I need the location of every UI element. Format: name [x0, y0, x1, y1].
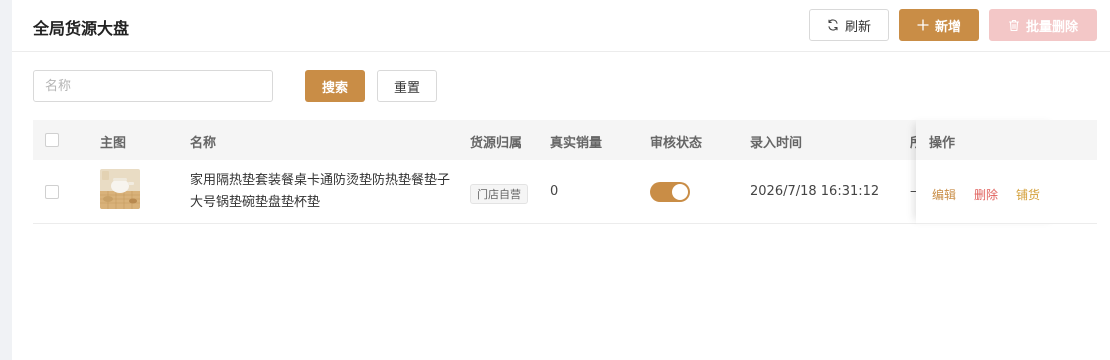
- col-image: 主图: [100, 136, 127, 151]
- page-header: 全局货源大盘 刷新 新增 批量删除: [12, 0, 1110, 52]
- plus-icon: [917, 19, 929, 31]
- row-checkbox[interactable]: [45, 185, 59, 199]
- select-all-checkbox[interactable]: [45, 133, 59, 147]
- reset-button[interactable]: 重置: [377, 70, 437, 102]
- edit-link[interactable]: 编辑: [932, 186, 956, 203]
- actions-cell: 编辑 删除 铺货: [916, 160, 1060, 224]
- refresh-button[interactable]: 刷新: [809, 9, 889, 41]
- toggle-knob: [672, 184, 688, 200]
- actions-header: 操作: [916, 120, 1060, 160]
- batch-delete-label: 批量删除: [1025, 19, 1078, 35]
- add-button[interactable]: 新增: [899, 9, 979, 41]
- col-created: 录入时间: [750, 136, 803, 151]
- actions-column: 操作 编辑 删除 铺货: [916, 120, 1060, 224]
- approval-toggle[interactable]: [650, 182, 690, 202]
- refresh-label: 刷新: [844, 19, 871, 35]
- product-thumbnail[interactable]: [100, 169, 140, 209]
- created-time: 2026/7/18 16:31:12: [750, 184, 880, 199]
- col-status: 审核状态: [650, 136, 703, 151]
- add-label: 新增: [934, 19, 961, 35]
- batch-delete-button[interactable]: 批量删除: [989, 9, 1097, 41]
- refresh-icon: [827, 19, 839, 31]
- col-name: 名称: [190, 136, 217, 151]
- name-search-input[interactable]: [33, 70, 273, 102]
- stock-link[interactable]: 铺货: [1016, 186, 1040, 203]
- col-source: 货源归属: [470, 136, 523, 151]
- trash-icon: [1008, 19, 1020, 32]
- col-actions: 操作: [929, 136, 956, 151]
- delete-link[interactable]: 删除: [974, 186, 998, 203]
- col-sales: 真实销量: [550, 136, 603, 151]
- page-title: 全局货源大盘: [33, 19, 130, 38]
- source-tag: 门店自营: [470, 184, 528, 204]
- sales-count: 0: [550, 184, 559, 199]
- search-button[interactable]: 搜索: [305, 70, 365, 102]
- sidebar-edge: [0, 0, 12, 360]
- product-name: 家用隔热垫套装餐桌卡通防烫垫防热垫餐垫子大号锅垫碗垫盘垫杯垫: [190, 173, 451, 210]
